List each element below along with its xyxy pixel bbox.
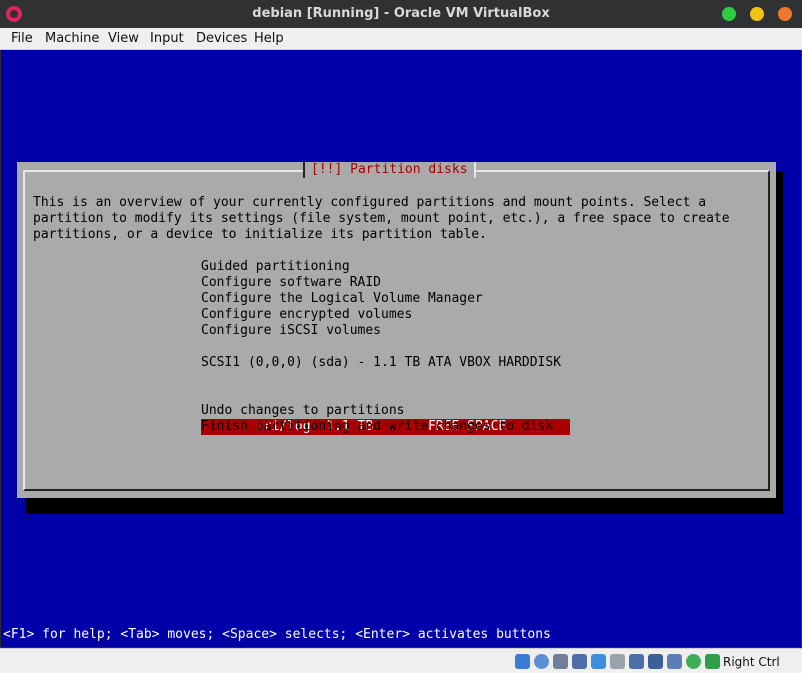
disk-entry[interactable]: SCSI1 (0,0,0) (sda) - 1.1 TB ATA VBOX HA…	[201, 355, 561, 371]
menu-configure-lvm[interactable]: Configure the Logical Volume Manager	[201, 291, 483, 307]
hard-disk-icon[interactable]	[515, 654, 530, 669]
finish-partitioning-item[interactable]: Finish partitioning and write changes to…	[201, 419, 553, 435]
recording-icon[interactable]	[667, 654, 682, 669]
network-icon[interactable]	[572, 654, 587, 669]
intro-line: This is an overview of your currently co…	[33, 195, 707, 210]
shared-folders-icon[interactable]	[610, 654, 625, 669]
menu-input[interactable]: Input	[150, 31, 184, 46]
menu-file[interactable]: File	[11, 31, 33, 46]
video-capture-icon[interactable]	[648, 654, 663, 669]
installer-help-line: <F1> for help; <Tab> moves; <Space> sele…	[3, 627, 551, 642]
window-title: debian [Running] - Oracle VM VirtualBox	[252, 6, 550, 21]
vm-screen[interactable]: [!!] Partition disks This is an overview…	[1, 50, 801, 647]
audio-icon[interactable]	[553, 654, 568, 669]
menu-devices[interactable]: Devices	[196, 31, 247, 46]
go-back-button[interactable]: <Go Back>	[66, 501, 136, 517]
menu-machine[interactable]: Machine	[45, 31, 99, 46]
menu-configure-iscsi-volumes[interactable]: Configure iSCSI volumes	[201, 323, 381, 339]
window-titlebar: debian [Running] - Oracle VM VirtualBox	[0, 0, 802, 28]
intro-line: partition to modify its settings (file s…	[33, 211, 730, 226]
optical-drive-icon[interactable]	[534, 654, 549, 669]
menu-help[interactable]: Help	[254, 31, 284, 46]
menu-configure-encrypted-volumes[interactable]: Configure encrypted volumes	[201, 307, 412, 323]
menu-bar: File Machine View Input Devices Help	[0, 28, 802, 50]
host-key-label: Right Ctrl	[723, 655, 780, 669]
menu-view[interactable]: View	[108, 31, 139, 46]
display-icon[interactable]	[629, 654, 644, 669]
mouse-integration-icon[interactable]	[705, 654, 720, 669]
intro-text: This is an overview of your currently co…	[33, 195, 730, 243]
menu-guided-partitioning[interactable]: Guided partitioning	[201, 259, 350, 275]
vbox-status-bar: Right Ctrl	[0, 648, 802, 673]
maximize-button[interactable]	[750, 7, 764, 21]
screen-edge-marker	[795, 627, 801, 645]
close-button[interactable]	[778, 7, 792, 21]
menu-configure-software-raid[interactable]: Configure software RAID	[201, 275, 381, 291]
usb-icon[interactable]	[591, 654, 606, 669]
intro-line: partitions, or a device to initialize it…	[33, 227, 487, 242]
cpu-icon[interactable]	[686, 654, 701, 669]
minimize-button[interactable]	[722, 7, 736, 21]
partition-dialog: [!!] Partition disks This is an overview…	[17, 162, 776, 516]
undo-changes-item[interactable]: Undo changes to partitions	[201, 403, 405, 419]
dialog-title: [!!] Partition disks	[303, 162, 476, 178]
